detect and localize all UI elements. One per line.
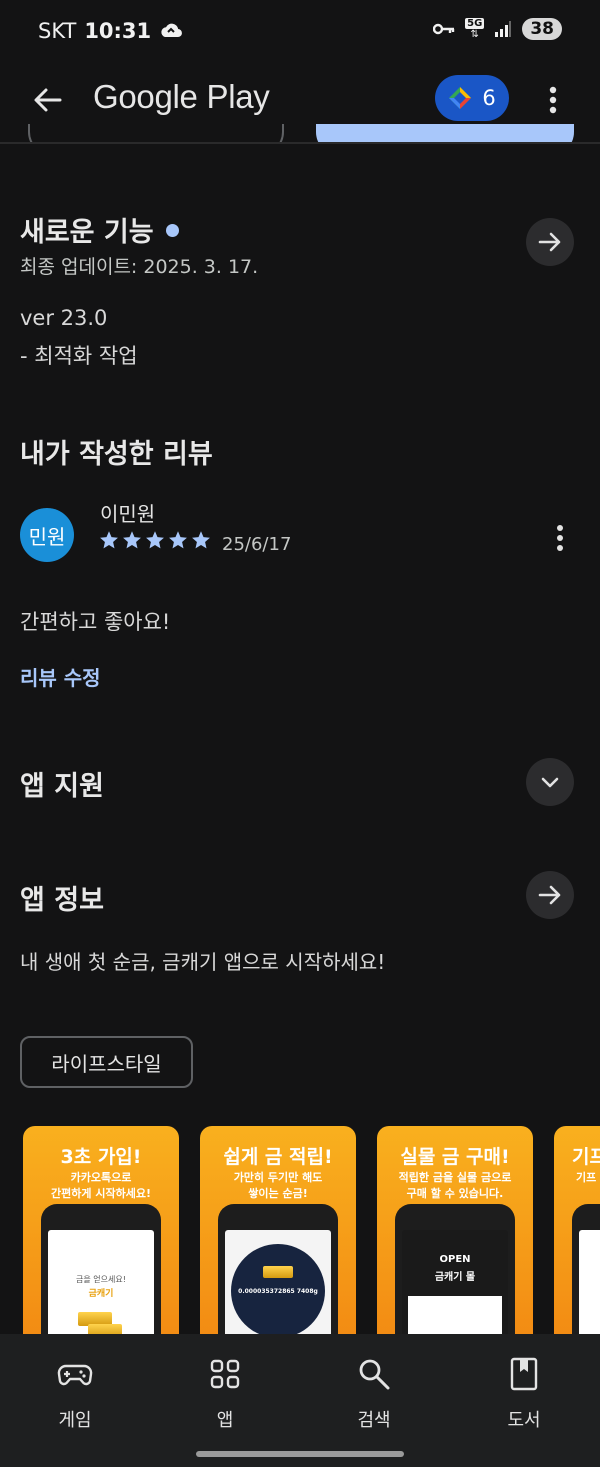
about-app-arrow-button[interactable] [526, 871, 574, 919]
category-chip[interactable]: 라이프스타일 [20, 1036, 193, 1088]
scroll-content[interactable]: 새로운 기능 최종 업데이트: 2025. 3. 17. ver 23.0 - … [0, 144, 600, 1346]
carrier-label: SKT [38, 19, 77, 43]
status-right: 5G ⇅ 38 [433, 18, 562, 40]
phone-mockup: 0.000035372865 7408g [218, 1204, 338, 1346]
apps-grid-icon [210, 1359, 240, 1389]
gamepad-icon [57, 1364, 93, 1386]
arrow-forward-icon [538, 885, 561, 905]
vpn-key-icon [433, 23, 455, 35]
whats-new-title: 새로운 기능 [20, 210, 179, 249]
chevron-down-icon [541, 777, 559, 788]
screenshot-title: 3초 가입! [60, 1146, 142, 1168]
nav-item-books[interactable]: 도서 [479, 1356, 569, 1436]
play-points-badge[interactable]: 6 [435, 75, 509, 121]
my-review-title: 내가 작성한 리뷰 [20, 439, 213, 470]
edit-review-link[interactable]: 리뷰 수정 [20, 662, 101, 691]
new-indicator-dot [165, 224, 179, 237]
screenshot-subtitle: 기프 [576, 1171, 597, 1184]
search-icon [359, 1359, 390, 1390]
back-arrow-icon[interactable] [28, 80, 68, 120]
screenshot-card[interactable]: 쉽게 금 적립! 가만히 두기만 해도 쌓이는 순금! 0.0000353728… [200, 1126, 356, 1346]
nav-item-games[interactable]: 게임 [30, 1356, 120, 1436]
bottom-navigation: 게임 앱 검색 도서 [0, 1334, 600, 1467]
network-type: 5G ⇅ [465, 18, 485, 40]
app-support-expand-button[interactable] [526, 758, 574, 806]
status-bar: SKT 10:31 5G ⇅ 38 [0, 0, 600, 62]
nav-label: 도서 [507, 1410, 541, 1431]
nav-item-apps[interactable]: 앱 [180, 1356, 270, 1436]
play-points-diamond-icon [449, 87, 472, 109]
phone-screen [579, 1230, 600, 1346]
phone-mockup: OPEN 금캐기 몰 [395, 1204, 515, 1346]
screenshot-title: 실물 금 구매! [400, 1146, 510, 1168]
clock: 10:31 [84, 19, 152, 43]
release-notes: - 최적화 작업 [20, 344, 138, 368]
battery-level: 38 [522, 18, 562, 40]
app-description: 내 생애 첫 순금, 금캐기 앱으로 시작하세요! [20, 950, 386, 974]
play-store-app-details: SKT 10:31 5G ⇅ 38 Google Play 6 새로운 기능 최… [0, 0, 600, 1467]
more-vert-icon[interactable] [540, 80, 566, 120]
screenshot-card[interactable]: 3초 가입! 카카오톡으로 간편하게 시작하세요! 금을 얻으세요! 금캐기 [23, 1126, 179, 1346]
last-updated: 최종 업데이트: 2025. 3. 17. [20, 256, 259, 278]
nav-item-search[interactable]: 검색 [329, 1356, 419, 1436]
screenshot-subtitle: 카카오톡으로 간편하게 시작하세요! [51, 1171, 151, 1200]
avatar: 민원 [20, 508, 74, 562]
screenshot-title: 쉽게 금 적립! [223, 1146, 333, 1168]
phone-mockup [572, 1204, 600, 1346]
screenshot-card[interactable]: 실물 금 구매! 적립한 금을 실물 금으로 구매 할 수 있습니다. OPEN… [377, 1126, 533, 1346]
reviewer-name: 이민원 [100, 502, 156, 526]
play-points-count: 6 [482, 86, 496, 110]
nav-label: 앱 [216, 1410, 234, 1431]
whats-new-arrow-button[interactable] [526, 218, 574, 266]
star-icon [123, 531, 141, 549]
nav-label: 검색 [357, 1410, 391, 1431]
star-icon [192, 531, 210, 549]
screenshot-title: 기프 [572, 1146, 600, 1168]
phone-mockup: 금을 얻으세요! 금캐기 [41, 1204, 161, 1346]
star-rating [99, 530, 211, 550]
review-more-vert-icon[interactable] [548, 518, 572, 558]
star-icon [169, 531, 187, 549]
screenshot-card[interactable]: 기프 기프 [554, 1126, 600, 1346]
gold-bar-image [263, 1266, 293, 1278]
arrow-forward-icon [538, 232, 561, 252]
star-icon [100, 531, 118, 549]
google-play-logo-text: Google Play [93, 78, 270, 115]
book-icon [510, 1357, 538, 1391]
about-app-title: 앱 정보 [20, 885, 104, 916]
signal-icon [495, 21, 512, 37]
star-icon [146, 531, 164, 549]
screenshot-subtitle: 적립한 금을 실물 금으로 구매 할 수 있습니다. [398, 1171, 512, 1200]
phone-screen: OPEN 금캐기 몰 [402, 1230, 508, 1346]
version-text: ver 23.0 [20, 306, 108, 330]
phone-screen: 금을 얻으세요! 금캐기 [48, 1230, 154, 1346]
app-support-title: 앱 지원 [20, 771, 104, 802]
review-text: 간편하고 좋아요! [20, 610, 171, 634]
cloud-sync-icon [161, 23, 183, 38]
home-indicator[interactable] [196, 1451, 404, 1457]
review-date: 25/6/17 [222, 534, 292, 555]
status-left: SKT 10:31 [38, 19, 183, 43]
screenshot-subtitle: 가만히 두기만 해도 쌓이는 순금! [233, 1171, 323, 1200]
nav-label: 게임 [58, 1410, 92, 1431]
phone-screen: 0.000035372865 7408g [225, 1230, 331, 1346]
